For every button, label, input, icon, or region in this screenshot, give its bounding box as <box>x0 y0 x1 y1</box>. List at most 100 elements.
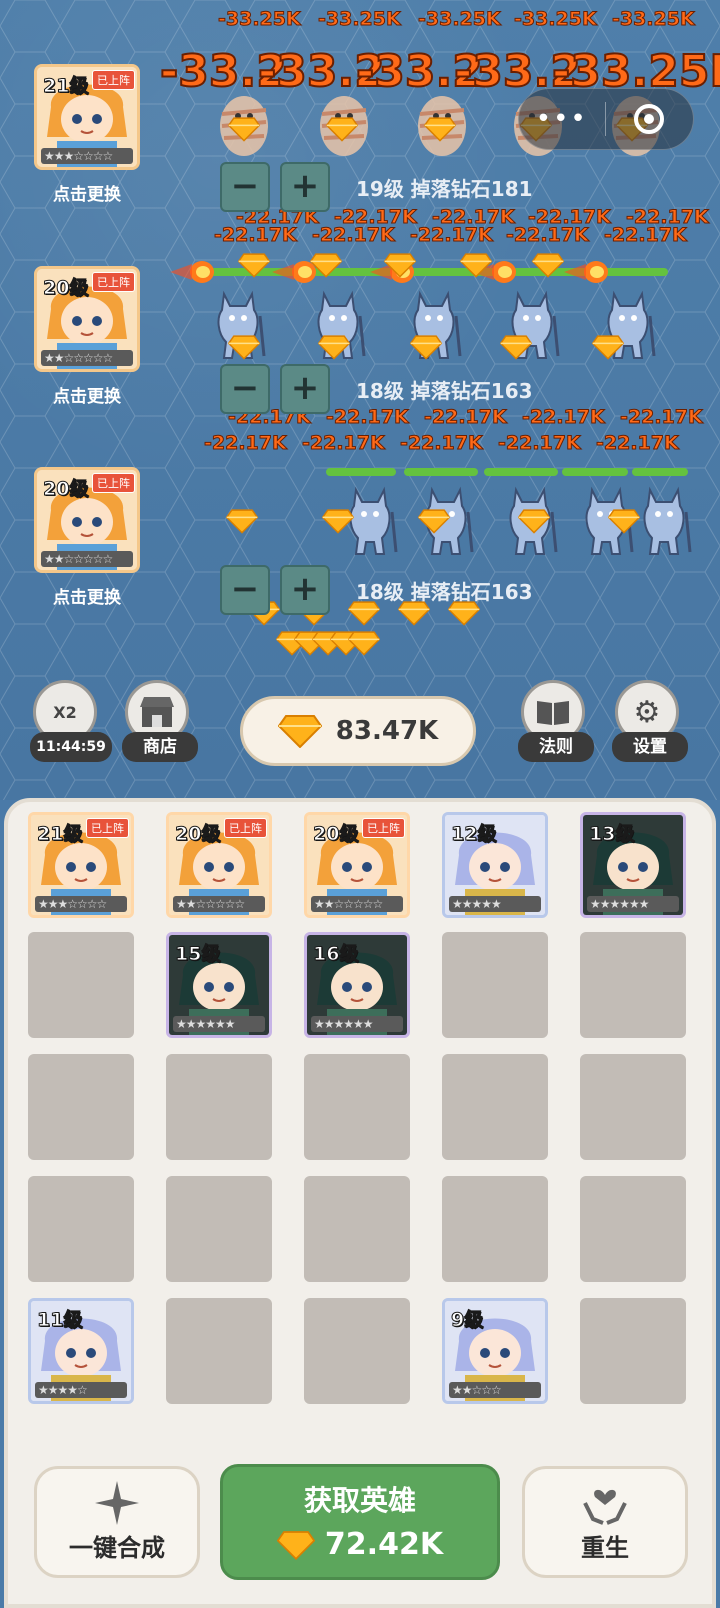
empty-slot[interactable] <box>580 932 686 1038</box>
lane-hero-1[interactable]: 21级 已上阵 ★★★☆☆☆☆ 点击更换 <box>34 64 140 205</box>
swap-hero-link[interactable]: 点击更换 <box>34 382 140 407</box>
damage-number: -22.17K <box>604 224 688 247</box>
gem-drop-icon <box>321 508 355 534</box>
empty-slot[interactable] <box>28 1054 134 1160</box>
gem-drop-icon <box>499 334 533 360</box>
damage-number: -33.25K <box>514 8 598 31</box>
hero-level: 21级 <box>42 75 89 98</box>
mini-program-capsule[interactable]: ••• <box>518 88 694 150</box>
star-rating: ★★☆☆☆☆☆ <box>41 551 133 567</box>
recruit-hero-button[interactable]: 获取英雄 72.42K <box>220 1464 500 1580</box>
star-rating: ★★☆☆☆☆☆ <box>173 896 265 912</box>
recruit-title: 获取英雄 <box>303 1484 416 1517</box>
damage-number: -22.17K <box>522 406 606 429</box>
hero-level: 13级 <box>588 823 635 846</box>
lane-hero-2[interactable]: 20级 已上阵 ★★☆☆☆☆☆ 点击更换 <box>34 266 140 407</box>
hero-card[interactable]: 12级 ★★★★★ <box>442 812 548 918</box>
rules-button[interactable]: 法则 <box>518 680 594 762</box>
hero-level: 11级 <box>36 1309 83 1332</box>
empty-slot[interactable] <box>442 932 548 1038</box>
auto-merge-button[interactable]: 一键合成 <box>34 1466 200 1578</box>
empty-slot[interactable] <box>580 1176 686 1282</box>
inventory-hero-slot[interactable]: 12级 ★★★★★ <box>442 812 548 918</box>
inventory-hero-slot[interactable]: 20级 已上阵 ★★☆☆☆☆☆ <box>304 812 410 918</box>
settings-label: 设置 <box>612 732 688 762</box>
swap-hero-link[interactable]: 点击更换 <box>34 583 140 608</box>
hero-level: 20级 <box>312 823 359 846</box>
empty-slot[interactable] <box>166 1298 272 1404</box>
increase-level-button[interactable]: + <box>280 565 330 615</box>
damage-number: -22.17K <box>204 432 288 455</box>
empty-slot[interactable] <box>28 932 134 1038</box>
gem-drop-icon <box>227 334 261 360</box>
inventory-hero-slot[interactable]: 9级 ★★☆☆☆ <box>442 1298 548 1404</box>
deployed-badge: 已上阵 <box>86 818 129 838</box>
star-rating: ★★★★★★ <box>587 896 679 912</box>
gem-drop-icon <box>317 334 351 360</box>
hero-card[interactable]: 21级 已上阵 ★★★☆☆☆☆ <box>28 812 134 918</box>
hero-portrait[interactable]: 20级 已上阵 ★★☆☆☆☆☆ <box>34 266 140 372</box>
hero-card[interactable]: 11级 ★★★★☆ <box>28 1298 134 1404</box>
empty-slot[interactable] <box>166 1176 272 1282</box>
inventory-hero-slot[interactable]: 21级 已上阵 ★★★☆☆☆☆ <box>28 812 134 918</box>
hero-card[interactable]: 20级 已上阵 ★★☆☆☆☆☆ <box>304 812 410 918</box>
deployed-badge: 已上阵 <box>362 818 405 838</box>
empty-slot[interactable] <box>580 1054 686 1160</box>
lane-enemy-info: 18级 掉落钻石163 <box>356 579 533 604</box>
empty-slot[interactable] <box>304 1298 410 1404</box>
star-rating: ★★☆☆☆ <box>449 1382 541 1398</box>
inventory-hero-slot[interactable]: 15级 ★★★★★★ <box>166 932 272 1038</box>
deployed-badge: 已上阵 <box>92 272 135 292</box>
close-target-icon[interactable] <box>606 104 694 134</box>
empty-slot[interactable] <box>442 1054 548 1160</box>
inventory-hero-slot[interactable]: 20级 已上阵 ★★☆☆☆☆☆ <box>166 812 272 918</box>
swap-hero-link[interactable]: 点击更换 <box>34 180 140 205</box>
star-rating: ★★★☆☆☆☆ <box>35 896 127 912</box>
lane-hero-3[interactable]: 20级 已上阵 ★★☆☆☆☆☆ 点击更换 <box>34 467 140 608</box>
empty-slot[interactable] <box>166 1054 272 1160</box>
gem-drop-icon <box>417 508 451 534</box>
empty-slot[interactable] <box>304 1176 410 1282</box>
star-rating: ★★★☆☆☆☆ <box>41 148 133 164</box>
double-timer: 11:44:59 <box>30 732 112 762</box>
damage-number: -33.25K <box>612 8 696 31</box>
hero-card[interactable]: 16级 ★★★★★★ <box>304 932 410 1038</box>
inventory-hero-slot[interactable]: 16级 ★★★★★★ <box>304 932 410 1038</box>
inventory-hero-slot[interactable]: 13级 ★★★★★★ <box>580 812 686 918</box>
hero-level: 20级 <box>42 478 89 501</box>
shop-button[interactable]: 商店 <box>122 680 198 762</box>
rebirth-button[interactable]: 重生 <box>522 1466 688 1578</box>
hero-card[interactable]: 13级 ★★★★★★ <box>580 812 686 918</box>
decrease-level-button[interactable]: − <box>220 565 270 615</box>
damage-number: -22.17K <box>498 432 582 455</box>
hero-card[interactable]: 9级 ★★☆☆☆ <box>442 1298 548 1404</box>
empty-slot[interactable] <box>580 1298 686 1404</box>
star-rating: ★★☆☆☆☆☆ <box>311 896 403 912</box>
hero-card[interactable]: 20级 已上阵 ★★☆☆☆☆☆ <box>166 812 272 918</box>
hero-portrait[interactable]: 20级 已上阵 ★★☆☆☆☆☆ <box>34 467 140 573</box>
rules-label: 法则 <box>518 732 594 762</box>
damage-number: -22.17K <box>506 224 590 247</box>
settings-button[interactable]: ⚙ 设置 <box>612 680 688 762</box>
empty-slot[interactable] <box>304 1054 410 1160</box>
inventory-hero-slot[interactable]: 11级 ★★★★☆ <box>28 1298 134 1404</box>
more-menu-icon[interactable]: ••• <box>519 88 605 150</box>
increase-level-button[interactable]: + <box>280 364 330 414</box>
double-reward-button[interactable]: X2 11:44:59 <box>30 680 112 762</box>
decrease-level-button[interactable]: − <box>220 364 270 414</box>
decrease-level-button[interactable]: − <box>220 162 270 212</box>
star-rating: ★★★★★★ <box>311 1016 403 1032</box>
gem-balance-value: 83.47K <box>335 716 439 746</box>
gem-drop-icon <box>309 252 343 278</box>
gem-drop-icon <box>591 334 625 360</box>
damage-number: -33.25K <box>218 8 302 31</box>
hero-portrait[interactable]: 21级 已上阵 ★★★☆☆☆☆ <box>34 64 140 170</box>
gem-icon <box>276 1530 315 1560</box>
lane-enemy-info: 19级 掉落钻石181 <box>356 176 533 201</box>
empty-slot[interactable] <box>442 1176 548 1282</box>
lane-3-controls: − + 18级 掉落钻石163 <box>220 565 533 615</box>
increase-level-button[interactable]: + <box>280 162 330 212</box>
hero-card[interactable]: 15级 ★★★★★★ <box>166 932 272 1038</box>
empty-slot[interactable] <box>28 1176 134 1282</box>
lane-2-controls: − + 18级 掉落钻石163 <box>220 364 533 414</box>
